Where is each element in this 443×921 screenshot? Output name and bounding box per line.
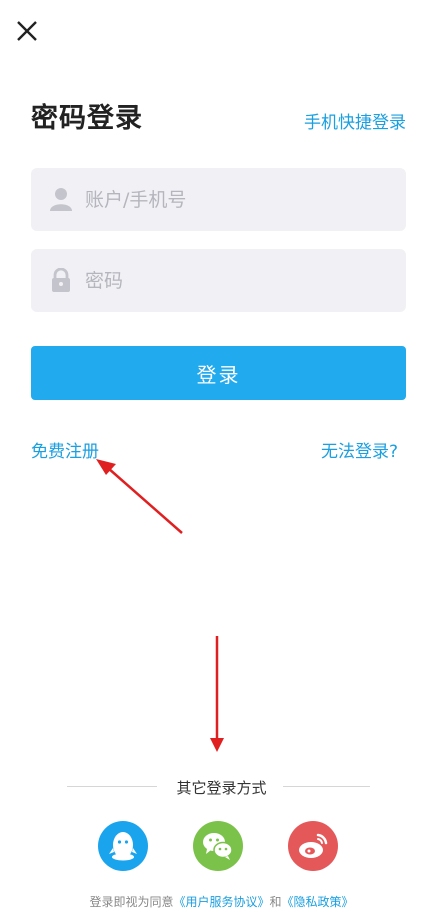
page-title: 密码登录 xyxy=(31,103,143,134)
close-icon[interactable] xyxy=(14,18,40,44)
terms-prefix: 登录即视为同意 xyxy=(89,895,174,909)
wechat-icon xyxy=(203,833,233,860)
lock-icon xyxy=(49,267,73,292)
annotation-arrow-register xyxy=(107,467,183,534)
account-field[interactable] xyxy=(31,168,406,231)
weibo-icon xyxy=(299,833,328,858)
annotation-arrowhead-down xyxy=(210,738,224,752)
privacy-policy-link[interactable]: 《隐私政策》 xyxy=(282,895,354,909)
quick-login-link[interactable]: 手机快捷登录 xyxy=(304,108,406,133)
account-input[interactable] xyxy=(85,168,385,231)
password-input[interactable] xyxy=(85,249,385,312)
wechat-login-button[interactable] xyxy=(193,821,243,871)
password-field[interactable] xyxy=(31,249,406,312)
qq-login-button[interactable] xyxy=(98,821,148,871)
service-agreement-link[interactable]: 《用户服务协议》 xyxy=(173,895,269,909)
annotation-arrowhead-register xyxy=(96,459,116,475)
qq-icon xyxy=(109,832,137,861)
register-link[interactable]: 免费注册 xyxy=(31,437,99,462)
cant-login-link[interactable]: 无法登录? xyxy=(321,437,398,462)
weibo-login-button[interactable] xyxy=(288,821,338,871)
terms-text: 登录即视为同意《用户服务协议》和《隐私政策》 xyxy=(0,893,443,910)
user-icon xyxy=(49,187,73,211)
terms-and: 和 xyxy=(269,895,282,909)
login-button[interactable]: 登录 xyxy=(31,346,406,400)
other-login-label: 其它登录方式 xyxy=(0,777,443,798)
